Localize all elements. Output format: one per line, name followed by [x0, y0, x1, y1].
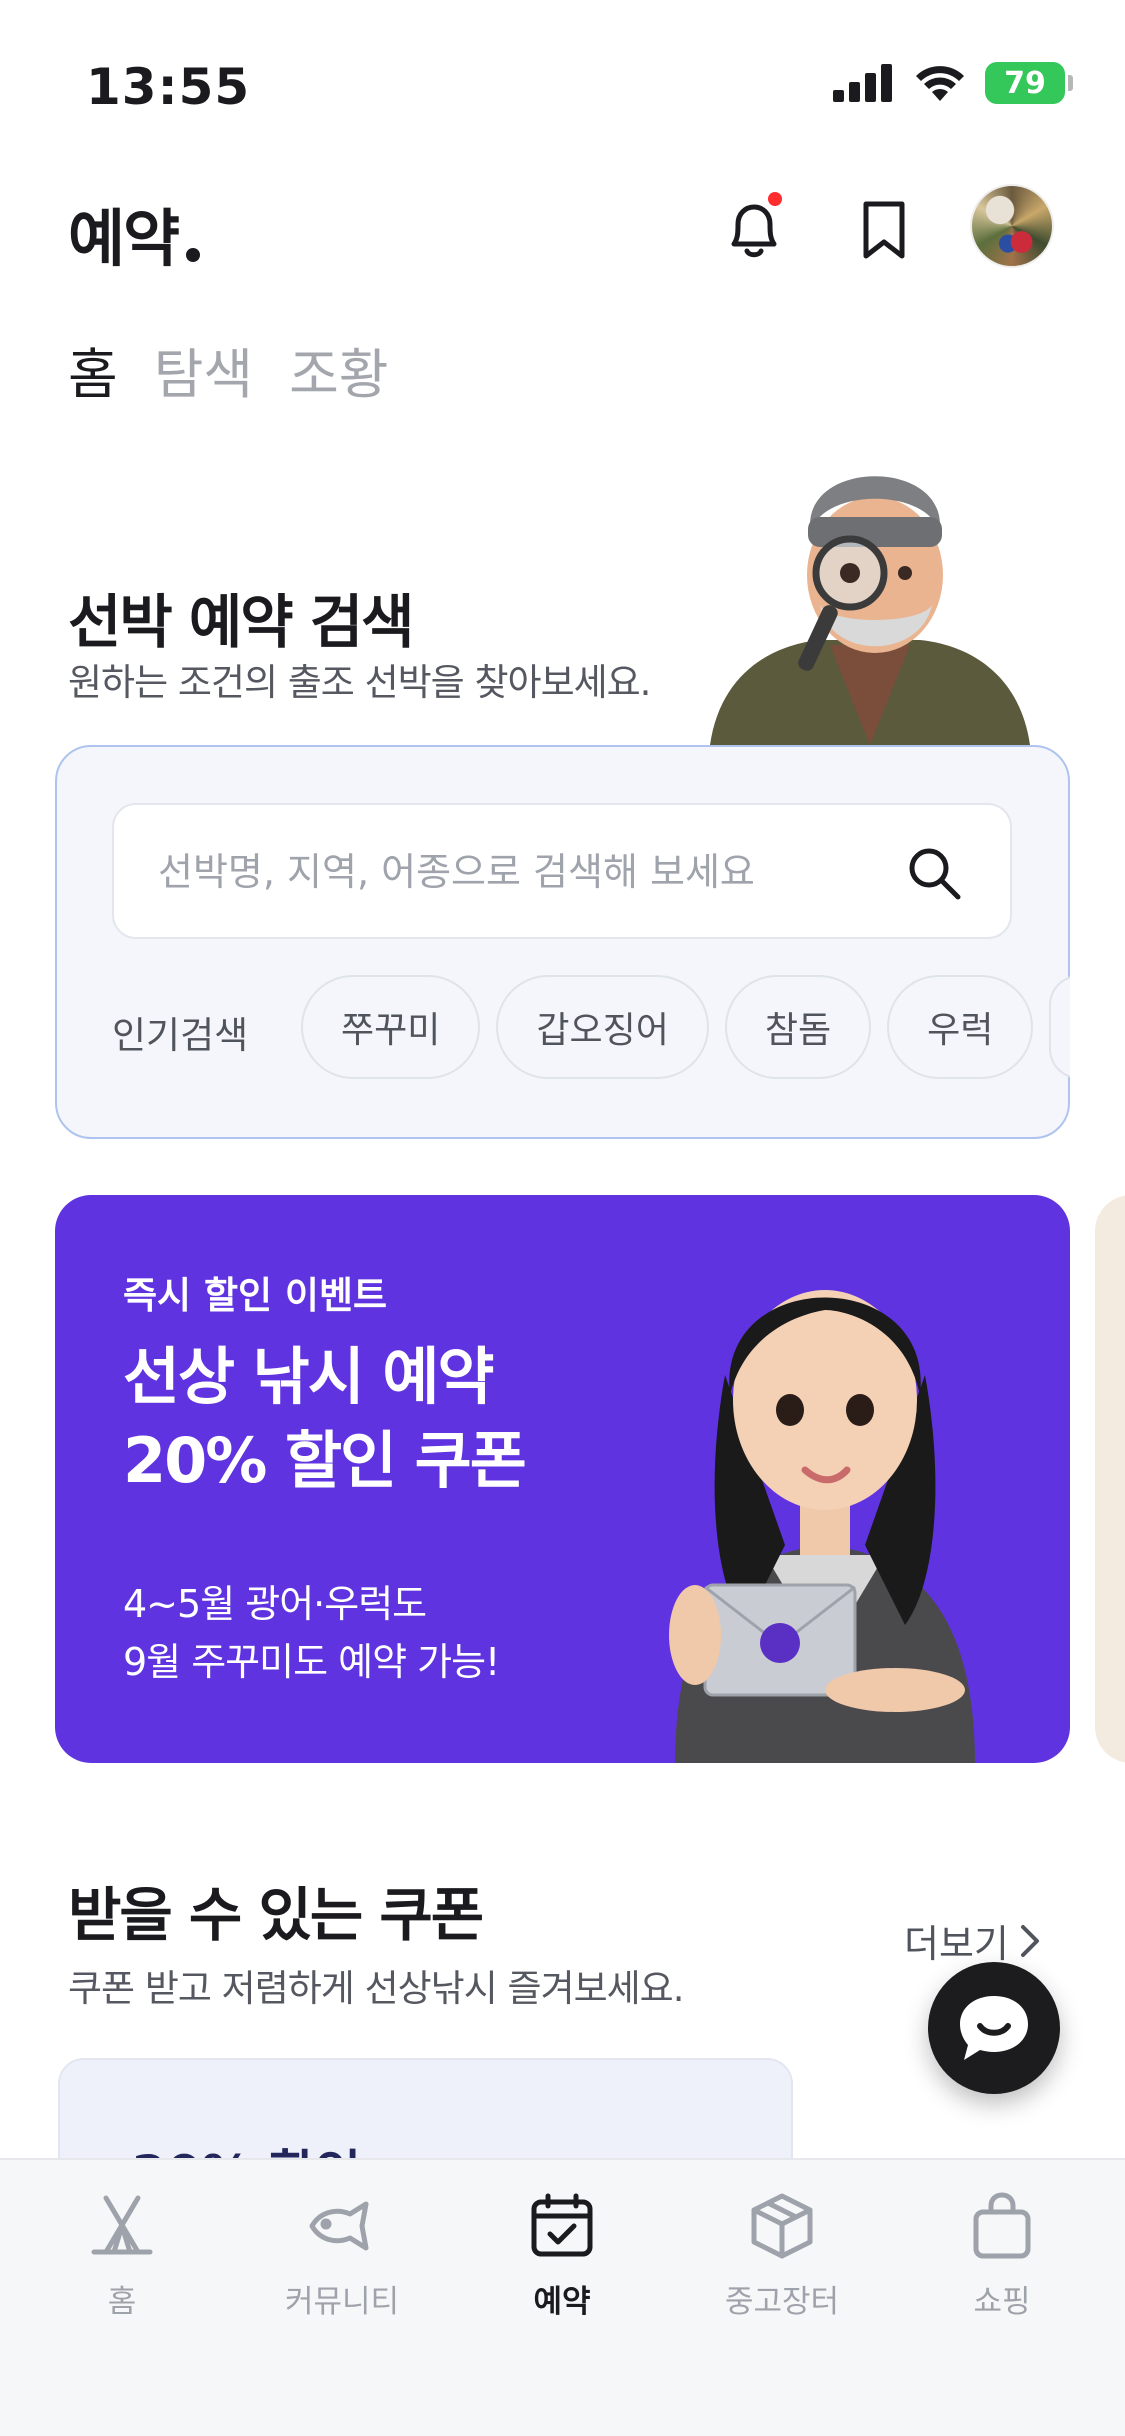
next-banner-peek[interactable] — [1095, 1195, 1125, 1763]
status-bar: 13:55 79 — [0, 0, 1125, 150]
notifications-button[interactable] — [716, 192, 792, 268]
title-dot — [186, 248, 200, 262]
bookmarks-button[interactable] — [846, 192, 922, 268]
promo-eyebrow: 즉시 할인 이벤트 — [123, 1274, 388, 1317]
popular-search-chips: 쭈꾸미 갑오징어 참돔 우럭 — [301, 975, 1070, 1079]
more-coupons-link[interactable]: 더보기 — [904, 1913, 1043, 1968]
calendar-check-icon — [531, 2193, 593, 2257]
coupon-section-subtitle: 쿠폰 받고 저렴하게 선상낚시 즐겨보세요. — [68, 1967, 684, 2010]
status-icons: 79 — [833, 62, 1073, 104]
app-header: 예약 — [0, 170, 1125, 290]
tent-icon — [91, 2195, 153, 2255]
promo-banner[interactable]: 즉시 할인 이벤트 선상 낚시 예약 20% 할인 쿠폰 4~5월 광어·우럭도… — [55, 1195, 1070, 1763]
search-button[interactable] — [902, 841, 966, 905]
nav-label: 커뮤니티 — [284, 2284, 400, 2320]
bottom-navigation: 홈 커뮤니티 예약 중고장터 쇼핑 — [0, 2158, 1125, 2436]
search-chip[interactable]: 갑오징어 — [496, 975, 709, 1079]
search-icon — [909, 848, 961, 900]
hero-title: 선박 예약 검색 — [68, 588, 415, 656]
search-chip-overflow[interactable] — [1049, 975, 1070, 1079]
coupon-section-title: 받을 수 있는 쿠폰 — [68, 1881, 484, 1949]
notification-badge — [768, 192, 782, 206]
tab-home[interactable]: 홈 — [68, 330, 118, 409]
shopping-bag-icon — [973, 2192, 1031, 2259]
nav-item-home[interactable]: 홈 — [22, 2190, 222, 2321]
chat-fab-button[interactable] — [928, 1962, 1060, 2094]
nav-item-reservation[interactable]: 예약 — [462, 2190, 662, 2321]
chevron-right-icon — [1020, 1924, 1039, 1957]
popular-search-label: 인기검색 — [112, 1014, 249, 1057]
nav-label: 중고장터 — [724, 2284, 840, 2320]
nav-label: 예약 — [533, 2284, 591, 2320]
promo-woman-illustration — [669, 1290, 975, 1763]
search-field — [112, 803, 1012, 939]
profile-avatar[interactable] — [970, 184, 1054, 268]
nav-item-marketplace[interactable]: 중고장터 — [682, 2190, 882, 2321]
nav-item-shopping[interactable]: 쇼핑 — [902, 2190, 1102, 2321]
wifi-icon — [916, 66, 964, 101]
tab-explore[interactable]: 탐색 — [154, 330, 253, 409]
bell-icon — [731, 204, 777, 258]
search-chip[interactable]: 쭈꾸미 — [301, 975, 481, 1079]
promo-desc-line: 4~5월 광어·우럭도 — [123, 1582, 427, 1626]
more-link-label: 더보기 — [904, 1922, 1009, 1966]
status-time: 13:55 — [86, 58, 251, 116]
promo-title: 선상 낚시 예약 20% 할인 쿠폰 — [123, 1335, 527, 1503]
fish-icon — [309, 2201, 369, 2251]
ship-search-card: 인기검색 쭈꾸미 갑오징어 참돔 우럭 — [55, 745, 1070, 1139]
search-chip[interactable]: 참돔 — [724, 975, 872, 1079]
nav-item-community[interactable]: 커뮤니티 — [242, 2190, 442, 2321]
promo-description: 4~5월 광어·우럭도 9월 주꾸미도 예약 가능! — [123, 1575, 500, 1691]
search-card-content: 인기검색 쭈꾸미 갑오징어 참돔 우럭 — [57, 747, 1070, 1137]
promo-title-line: 20% 할인 쿠폰 — [123, 1424, 527, 1497]
fisherman-illustration — [710, 476, 1030, 745]
promo-title-line: 선상 낚시 예약 — [123, 1340, 494, 1413]
nav-label: 쇼핑 — [973, 2284, 1031, 2320]
tab-bar: 홈 탐색 조황 — [68, 330, 388, 409]
tab-catch-report[interactable]: 조황 — [289, 330, 388, 409]
nav-label: 홈 — [107, 2284, 137, 2320]
search-chip[interactable]: 우럭 — [887, 975, 1034, 1079]
page-title: 예약 — [68, 202, 180, 275]
bookmark-icon — [863, 201, 905, 259]
promo-desc-line: 9월 주꾸미도 예약 가능! — [123, 1640, 500, 1684]
search-input[interactable] — [158, 835, 848, 909]
chat-bubble-icon — [960, 1996, 1028, 2060]
box-icon — [751, 2193, 813, 2259]
signal-icon — [833, 64, 892, 102]
hero-subtitle: 원하는 조건의 출조 선박을 찾아보세요. — [68, 661, 651, 704]
battery-indicator: 79 — [985, 62, 1073, 104]
